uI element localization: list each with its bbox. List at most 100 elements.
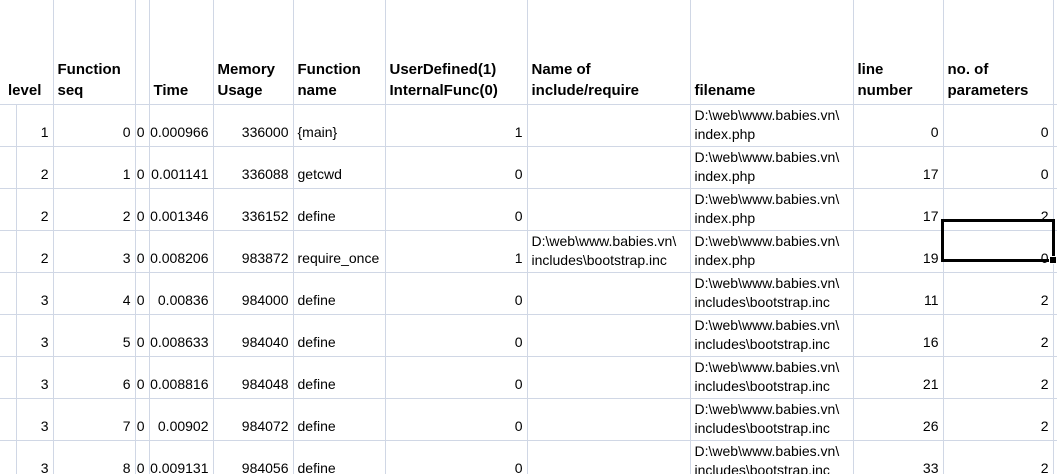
cell-level[interactable]: 2	[16, 231, 53, 273]
cell-seq[interactable]: 5	[53, 315, 135, 357]
cell-flag[interactable]: 0	[135, 357, 149, 399]
cell-time[interactable]: 0.00902	[149, 399, 213, 441]
cell-gutter[interactable]	[0, 105, 16, 147]
cell-filename[interactable]: D:\web\www.babies.vn\ includes\bootstrap…	[690, 399, 853, 441]
cell-seq[interactable]: 8	[53, 441, 135, 474]
cell-function-name[interactable]: define	[293, 357, 385, 399]
cell-filename[interactable]: D:\web\www.babies.vn\ index.php	[690, 231, 853, 273]
cell-parameters[interactable]: 2	[943, 357, 1053, 399]
cell-memory[interactable]: 983872	[213, 231, 293, 273]
cell-include[interactable]	[527, 105, 690, 147]
cell-function-name[interactable]: require_once	[293, 231, 385, 273]
cell-user-defined[interactable]: 0	[385, 273, 527, 315]
cell-line-number[interactable]: 17	[853, 147, 943, 189]
cell-include[interactable]	[527, 399, 690, 441]
cell-gutter[interactable]	[0, 189, 16, 231]
column-header-flag[interactable]	[135, 0, 149, 105]
cell-flag[interactable]: 0	[135, 315, 149, 357]
cell-memory[interactable]: 336000	[213, 105, 293, 147]
cell-user-defined[interactable]: 1	[385, 105, 527, 147]
cell-filename[interactable]: D:\web\www.babies.vn\ index.php	[690, 189, 853, 231]
cell-line-number[interactable]: 16	[853, 315, 943, 357]
column-header-line-number[interactable]: line number	[853, 0, 943, 105]
cell-memory[interactable]: 336152	[213, 189, 293, 231]
cell-function-name[interactable]: define	[293, 273, 385, 315]
cell-gutter[interactable]	[0, 357, 16, 399]
cell-level[interactable]: 2	[16, 147, 53, 189]
cell-level[interactable]: 3	[16, 273, 53, 315]
cell-gutter[interactable]	[0, 147, 16, 189]
column-header-memory-usage[interactable]: Memory Usage	[213, 0, 293, 105]
cell-line-number[interactable]: 21	[853, 357, 943, 399]
cell-time[interactable]: 0.00836	[149, 273, 213, 315]
cell-sliver[interactable]	[1053, 147, 1057, 189]
cell-user-defined[interactable]: 0	[385, 189, 527, 231]
cell-parameters[interactable]: 2	[943, 273, 1053, 315]
cell-memory[interactable]: 984072	[213, 399, 293, 441]
cell-seq[interactable]: 6	[53, 357, 135, 399]
cell-gutter[interactable]	[0, 273, 16, 315]
cell-level[interactable]: 2	[16, 189, 53, 231]
cell-filename[interactable]: D:\web\www.babies.vn\ includes\bootstrap…	[690, 315, 853, 357]
cell-include[interactable]: D:\web\www.babies.vn\ includes\bootstrap…	[527, 231, 690, 273]
cell-include[interactable]	[527, 273, 690, 315]
cell-flag[interactable]: 0	[135, 441, 149, 474]
cell-line-number[interactable]: 33	[853, 441, 943, 474]
cell-memory[interactable]: 984056	[213, 441, 293, 474]
cell-include[interactable]	[527, 357, 690, 399]
cell-seq[interactable]: 4	[53, 273, 135, 315]
cell-flag[interactable]: 0	[135, 147, 149, 189]
column-header-function-seq[interactable]: Function seq	[53, 0, 135, 105]
cell-parameters[interactable]: 2	[943, 315, 1053, 357]
column-header-include-require[interactable]: Name of include/require	[527, 0, 690, 105]
cell-time[interactable]: 0.008816	[149, 357, 213, 399]
cell-time[interactable]: 0.009131	[149, 441, 213, 474]
cell-function-name[interactable]: define	[293, 189, 385, 231]
cell-user-defined[interactable]: 0	[385, 315, 527, 357]
cell-gutter[interactable]	[0, 231, 16, 273]
cell-memory[interactable]: 984000	[213, 273, 293, 315]
cell-flag[interactable]: 0	[135, 231, 149, 273]
cell-seq[interactable]: 2	[53, 189, 135, 231]
cell-sliver[interactable]	[1053, 105, 1057, 147]
cell-sliver[interactable]	[1053, 441, 1057, 474]
cell-filename[interactable]: D:\web\www.babies.vn\ index.php	[690, 105, 853, 147]
column-header-no-of-parameters[interactable]: no. of parameters	[943, 0, 1053, 105]
cell-filename[interactable]: D:\web\www.babies.vn\ includes\bootstrap…	[690, 273, 853, 315]
cell-time[interactable]: 0.008206	[149, 231, 213, 273]
cell-user-defined[interactable]: 0	[385, 441, 527, 474]
cell-memory[interactable]: 336088	[213, 147, 293, 189]
column-header-filename[interactable]: filename	[690, 0, 853, 105]
cell-parameters-active[interactable]: 0	[943, 231, 1053, 273]
cell-level[interactable]: 1	[16, 105, 53, 147]
cell-level[interactable]: 3	[16, 357, 53, 399]
cell-level[interactable]: 3	[16, 441, 53, 474]
column-header-function-name[interactable]: Function name	[293, 0, 385, 105]
cell-function-name[interactable]: {main}	[293, 105, 385, 147]
cell-seq[interactable]: 0	[53, 105, 135, 147]
cell-user-defined[interactable]: 0	[385, 147, 527, 189]
cell-include[interactable]	[527, 441, 690, 474]
cell-filename[interactable]: D:\web\www.babies.vn\ includes\bootstrap…	[690, 441, 853, 474]
cell-parameters[interactable]: 2	[943, 399, 1053, 441]
cell-gutter[interactable]	[0, 315, 16, 357]
cell-time[interactable]: 0.001346	[149, 189, 213, 231]
cell-function-name[interactable]: define	[293, 315, 385, 357]
cell-level[interactable]: 3	[16, 315, 53, 357]
cell-flag[interactable]: 0	[135, 273, 149, 315]
cell-time[interactable]: 0.000966	[149, 105, 213, 147]
cell-parameters[interactable]: 0	[943, 147, 1053, 189]
cell-seq[interactable]: 7	[53, 399, 135, 441]
column-header-time[interactable]: Time	[149, 0, 213, 105]
cell-user-defined[interactable]: 0	[385, 399, 527, 441]
cell-line-number[interactable]: 17	[853, 189, 943, 231]
cell-filename[interactable]: D:\web\www.babies.vn\ includes\bootstrap…	[690, 357, 853, 399]
cell-parameters[interactable]: 2	[943, 189, 1053, 231]
cell-flag[interactable]: 0	[135, 189, 149, 231]
cell-flag[interactable]: 0	[135, 105, 149, 147]
cell-sliver[interactable]	[1053, 273, 1057, 315]
cell-gutter[interactable]	[0, 399, 16, 441]
cell-line-number[interactable]: 19	[853, 231, 943, 273]
column-header-level[interactable]: level	[0, 0, 53, 105]
cell-line-number[interactable]: 0	[853, 105, 943, 147]
